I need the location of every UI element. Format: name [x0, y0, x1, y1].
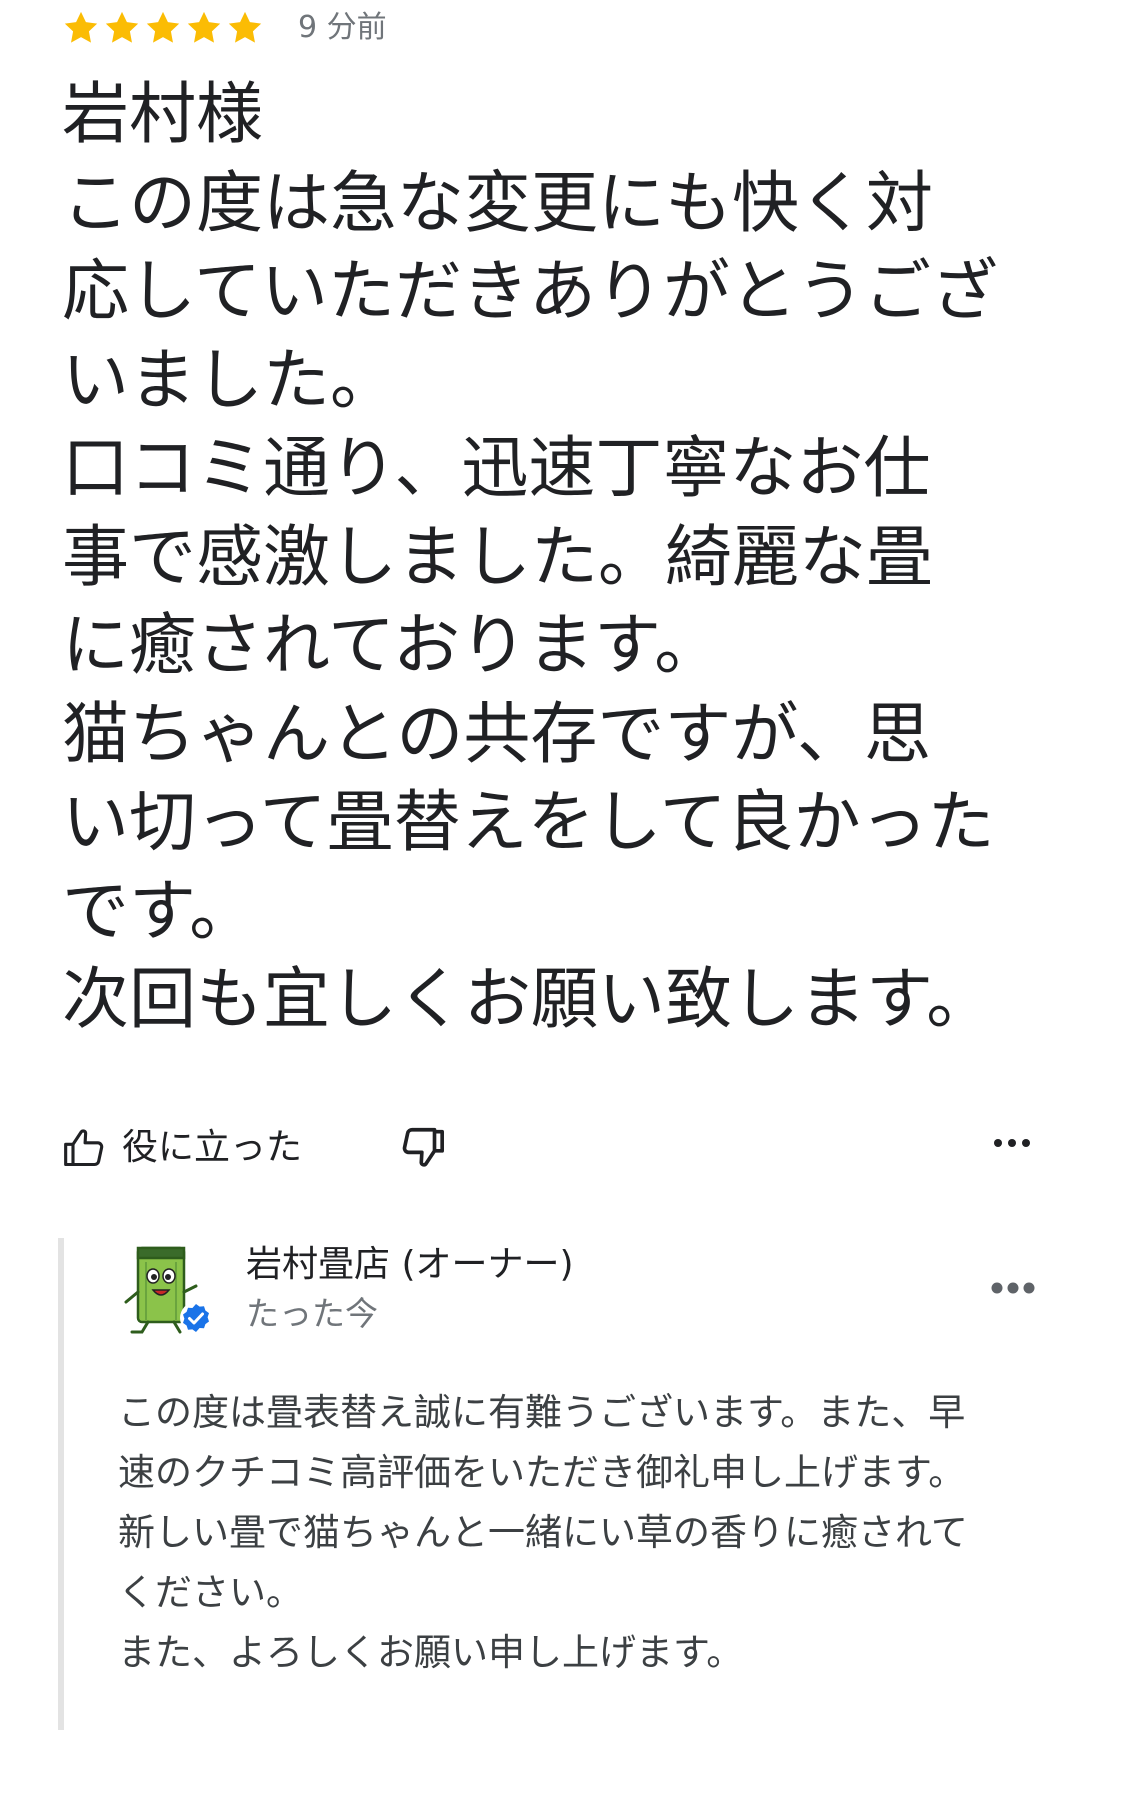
owner-reply-line: また、よろしくお願い申し上げます。 [118, 1631, 744, 1674]
owner-reply-line: 速のクチコミ高評価をいただき御礼申し上げます。 [118, 1451, 966, 1494]
review-text-line: 事で感激しました。綺麗な畳 [62, 517, 933, 596]
helpful-button[interactable]: 役に立った [62, 1120, 302, 1176]
owner-reply-text: この度は畳表替え誠に有難うございます。また、早 速のクチコミ高評価をいただき御礼申… [118, 1383, 1038, 1683]
rating-row: 9 分前 [62, 8, 387, 48]
more-horizontal-icon [991, 1282, 1035, 1294]
star-icon [64, 11, 98, 43]
review-text-line: 次回も宜しくお願い致します。 [62, 960, 994, 1038]
review-text-line: です。 [62, 871, 257, 950]
owner-reply-time: たった今 [246, 1294, 378, 1333]
owner-reply: 岩村畳店 (オーナー) たった今 この度は畳表替え誠に有難うございます。また、早… [58, 1238, 1064, 1730]
verified-badge-icon [180, 1302, 212, 1334]
owner-name[interactable]: 岩村畳店 (オーナー) [246, 1238, 574, 1292]
more-horizontal-icon [994, 1139, 1030, 1147]
thumbs-up-icon [64, 1129, 104, 1167]
not-helpful-button[interactable] [400, 1124, 446, 1174]
review-text-line: 岩村様 [62, 75, 263, 153]
owner-reply-line: この度は畳表替え誠に有難うございます。また、早 [118, 1391, 966, 1434]
star-icon [187, 11, 221, 43]
review-actions: 役に立った [62, 1120, 1042, 1176]
review-text-line: 猫ちゃんとの共存ですが、思 [62, 694, 931, 773]
owner-more-button[interactable] [990, 1280, 1036, 1299]
owner-avatar[interactable] [118, 1242, 214, 1338]
review-time: 9 分前 [298, 10, 387, 45]
review-text-line: 応していただきありがとうござ [62, 252, 998, 330]
owner-reply-line: 新しい畳で猫ちゃんと一緒にい草の香りに癒されて [118, 1511, 968, 1554]
star-icon [105, 11, 139, 43]
tatami-mascot-icon [124, 1246, 212, 1334]
thumbs-down-icon [402, 1127, 444, 1167]
review-more-button[interactable] [992, 1134, 1032, 1153]
star-rating [62, 9, 264, 47]
review-text: 岩村様この度は急な変更にも快く対 応していただきありがとうござ いました。口コミ通り… [62, 70, 1062, 1044]
review-text-line: 口コミ通り、迅速丁寧なお仕 [62, 429, 931, 507]
review-text-line: い切って畳替えをして良かった [62, 783, 995, 861]
helpful-label: 役に立った [122, 1127, 303, 1168]
review-text-line: この度は急な変更にも快く対 [62, 163, 933, 242]
review-text-line: いました。 [62, 340, 397, 419]
owner-reply-line: ください。 [118, 1571, 303, 1614]
review-text-line: に癒されております。 [62, 606, 722, 684]
star-icon [228, 11, 262, 43]
star-icon [146, 11, 180, 43]
